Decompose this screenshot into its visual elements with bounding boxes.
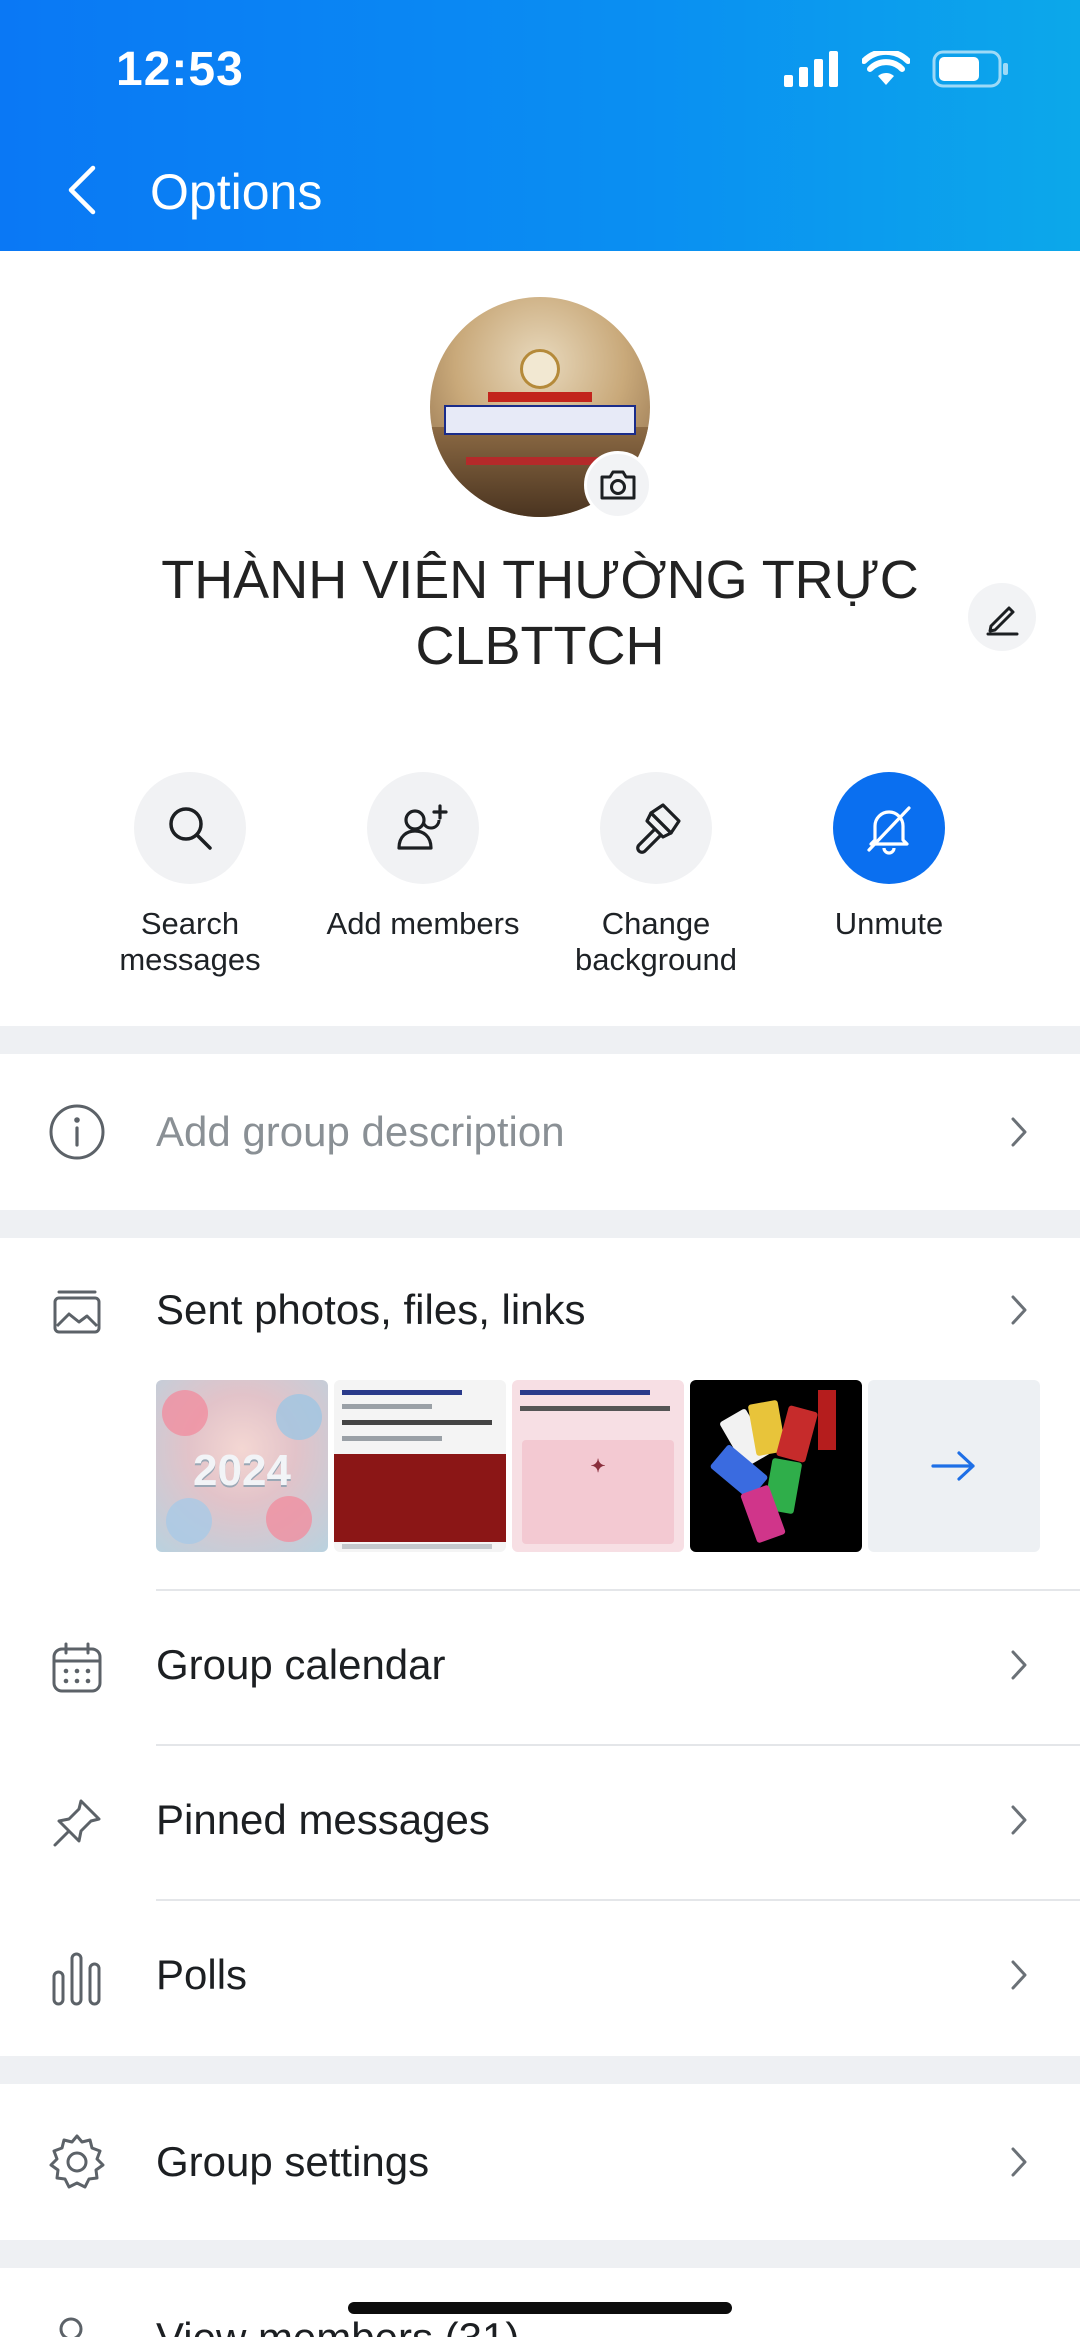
add-user-icon [397, 804, 448, 850]
info-icon [44, 1099, 110, 1165]
status-time: 12:53 [116, 43, 244, 96]
brush-icon [636, 803, 681, 854]
polls-label: Polls [156, 1951, 248, 1998]
battery-icon [932, 50, 1010, 93]
group-settings-row[interactable]: Group settings [0, 2084, 1080, 2240]
group-calendar-row[interactable]: Group calendar [0, 1591, 1080, 1745]
media-thumbnail[interactable] [334, 1380, 506, 1552]
media-thumbnail[interactable]: 2024 [156, 1380, 328, 1552]
chevron-right-icon [1004, 1800, 1034, 1840]
signal-icon [784, 51, 840, 92]
polls-row[interactable]: Polls [0, 1901, 1080, 2056]
pinned-messages-row[interactable]: Pinned messages [0, 1746, 1080, 1900]
chevron-right-icon [1004, 2142, 1034, 2182]
page-title: Options [150, 164, 323, 220]
chevron-left-icon [68, 165, 96, 215]
media-thumbnails: 2024 ✦ [156, 1380, 1040, 1552]
view-members-label: View members (31) [156, 2314, 519, 2337]
bell-off-icon [867, 806, 911, 855]
add-members-button[interactable]: Add members [313, 772, 533, 942]
action-label: Change background [574, 906, 737, 977]
media-section: Sent photos, files, links 2024 ✦ Group c… [0, 1238, 1080, 2056]
poll-icon [44, 1945, 110, 2011]
chevron-right-icon [1004, 1645, 1034, 1685]
calendar-icon [44, 1635, 110, 1701]
add-description-label: Add group description [156, 1108, 565, 1155]
view-all-media-button[interactable] [868, 1380, 1040, 1552]
action-label: Search messages [119, 906, 261, 977]
media-thumbnail[interactable] [690, 1380, 862, 1552]
pin-icon [44, 1790, 110, 1856]
pencil-icon [986, 606, 1019, 636]
group-calendar-label: Group calendar [156, 1641, 446, 1688]
photos-icon [44, 1280, 110, 1346]
pinned-messages-label: Pinned messages [156, 1796, 490, 1843]
header-bar: 12:53 Options [0, 0, 1080, 251]
unmute-button[interactable]: Unmute [779, 772, 999, 942]
change-background-button[interactable]: Change background [546, 772, 766, 978]
search-messages-button[interactable]: Search messages [80, 772, 300, 978]
edit-name-button[interactable] [968, 583, 1036, 651]
action-label: Add members [326, 906, 520, 941]
chevron-right-icon [1004, 1112, 1034, 1152]
change-avatar-button[interactable] [584, 451, 652, 519]
group-profile: THÀNH VIÊN THƯỜNG TRỰC CLBTTCH Search me… [0, 251, 1080, 1026]
gear-icon [44, 2129, 110, 2195]
chevron-right-icon[interactable] [1004, 1290, 1034, 1330]
chevron-right-icon [1004, 1955, 1034, 1995]
group-name: THÀNH VIÊN THƯỜNG TRỰC CLBTTCH [161, 550, 919, 676]
wifi-icon [861, 48, 911, 92]
search-icon [169, 807, 212, 850]
thumbnail-text: 2024 [193, 1446, 291, 1495]
sent-media-label[interactable]: Sent photos, files, links [156, 1286, 586, 1334]
camera-icon [600, 470, 636, 500]
back-button[interactable] [52, 160, 112, 220]
add-description-row[interactable]: Add group description [0, 1054, 1080, 1210]
action-label: Unmute [834, 906, 944, 941]
group-settings-label: Group settings [156, 2138, 430, 2185]
media-thumbnail[interactable]: ✦ [512, 1380, 684, 1552]
members-icon [44, 2308, 110, 2337]
arrow-right-icon [931, 1451, 975, 1481]
status-icons [784, 48, 1010, 93]
home-indicator [348, 2302, 732, 2314]
